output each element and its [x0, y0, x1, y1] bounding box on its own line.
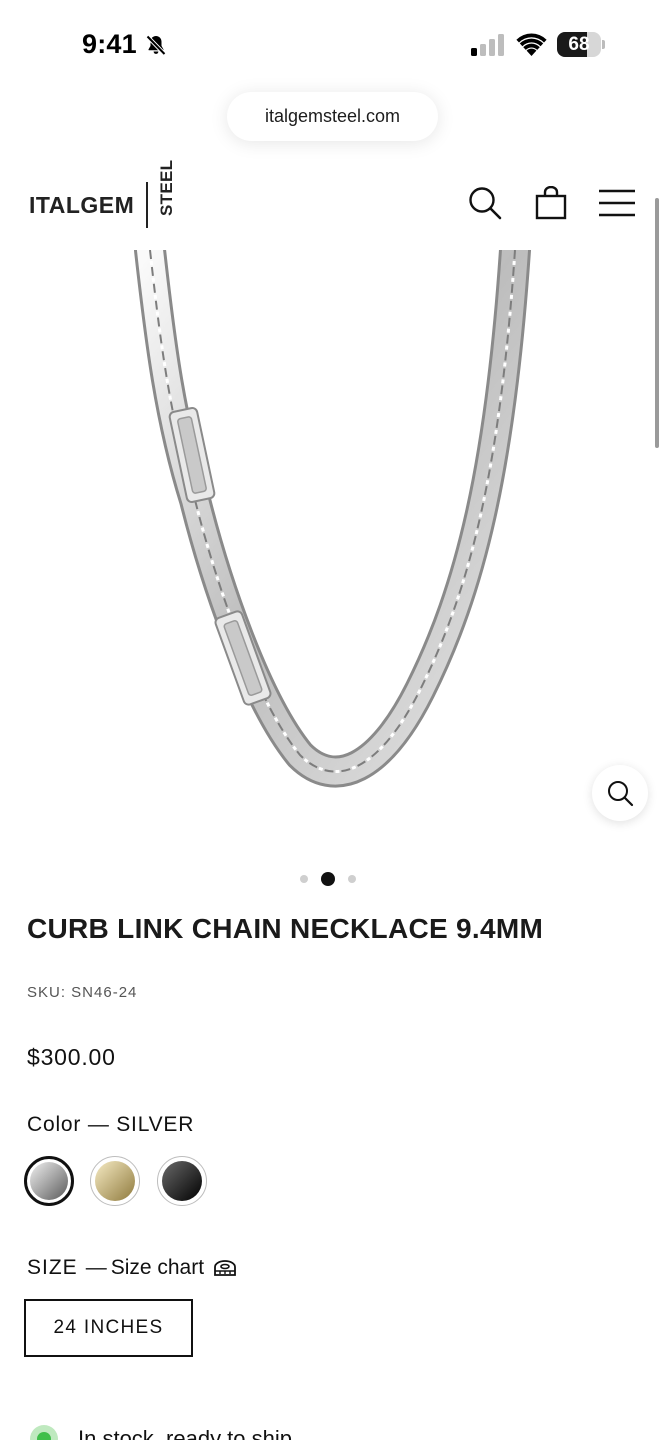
color-swatch-gold[interactable] [90, 1156, 140, 1206]
gallery-pagination [300, 870, 356, 888]
chain-necklace-image [134, 234, 531, 788]
stock-status-text: In stock, ready to ship [78, 1426, 292, 1440]
gallery-dot[interactable] [348, 875, 356, 883]
ruler-icon[interactable] [212, 1258, 238, 1278]
color-swatch-silver[interactable] [24, 1156, 74, 1206]
gallery-dot[interactable] [321, 872, 335, 886]
magnifier-icon [608, 781, 634, 807]
battery-level: 68 [568, 34, 590, 55]
site-logo[interactable]: ITALGEM STEEL [29, 159, 178, 230]
product-sku: SKU: SN46-24 [27, 984, 138, 1001]
status-time: 9:41 [82, 29, 137, 59]
size-label: SIZE [27, 1256, 78, 1279]
size-option-label: 24 INCHES [53, 1317, 164, 1338]
status-bar: 9:41 68 [0, 0, 665, 90]
wifi-icon [516, 33, 547, 56]
shopping-bag-icon [535, 186, 567, 220]
in-stock-indicator-icon [30, 1425, 58, 1440]
search-button[interactable] [464, 182, 506, 224]
size-label-row: SIZE — Size chart [27, 1256, 238, 1280]
cart-button[interactable] [530, 182, 572, 224]
product-price: $300.00 [27, 1044, 116, 1070]
logo-divider [146, 182, 149, 228]
size-chart-link[interactable]: Size chart [111, 1256, 204, 1280]
size-separator: — [85, 1256, 107, 1279]
color-swatch-black[interactable] [157, 1156, 207, 1206]
logo-main-text: ITALGEM [29, 191, 135, 218]
zoom-button[interactable] [592, 765, 648, 821]
color-label: Color — SILVER [27, 1113, 195, 1136]
address-bar[interactable]: italgemsteel.com [227, 92, 438, 141]
address-bar-url: italgemsteel.com [264, 106, 401, 126]
stock-status: In stock, ready to ship [30, 1425, 292, 1440]
search-icon [469, 187, 502, 220]
menu-button[interactable] [596, 182, 638, 224]
product-image[interactable] [0, 234, 665, 850]
size-option-selected[interactable]: 24 INCHES [24, 1299, 193, 1357]
hamburger-menu-icon [599, 189, 635, 217]
product-title: CURB LINK CHAIN NECKLACE 9.4MM [27, 913, 544, 944]
bell-slash-icon [146, 35, 166, 56]
site-header: ITALGEM STEEL [0, 159, 665, 244]
battery-icon: 68 [557, 32, 605, 57]
gallery-dot[interactable] [300, 875, 308, 883]
logo-sub-text: STEEL [157, 159, 177, 216]
cellular-signal-icon [471, 34, 504, 56]
